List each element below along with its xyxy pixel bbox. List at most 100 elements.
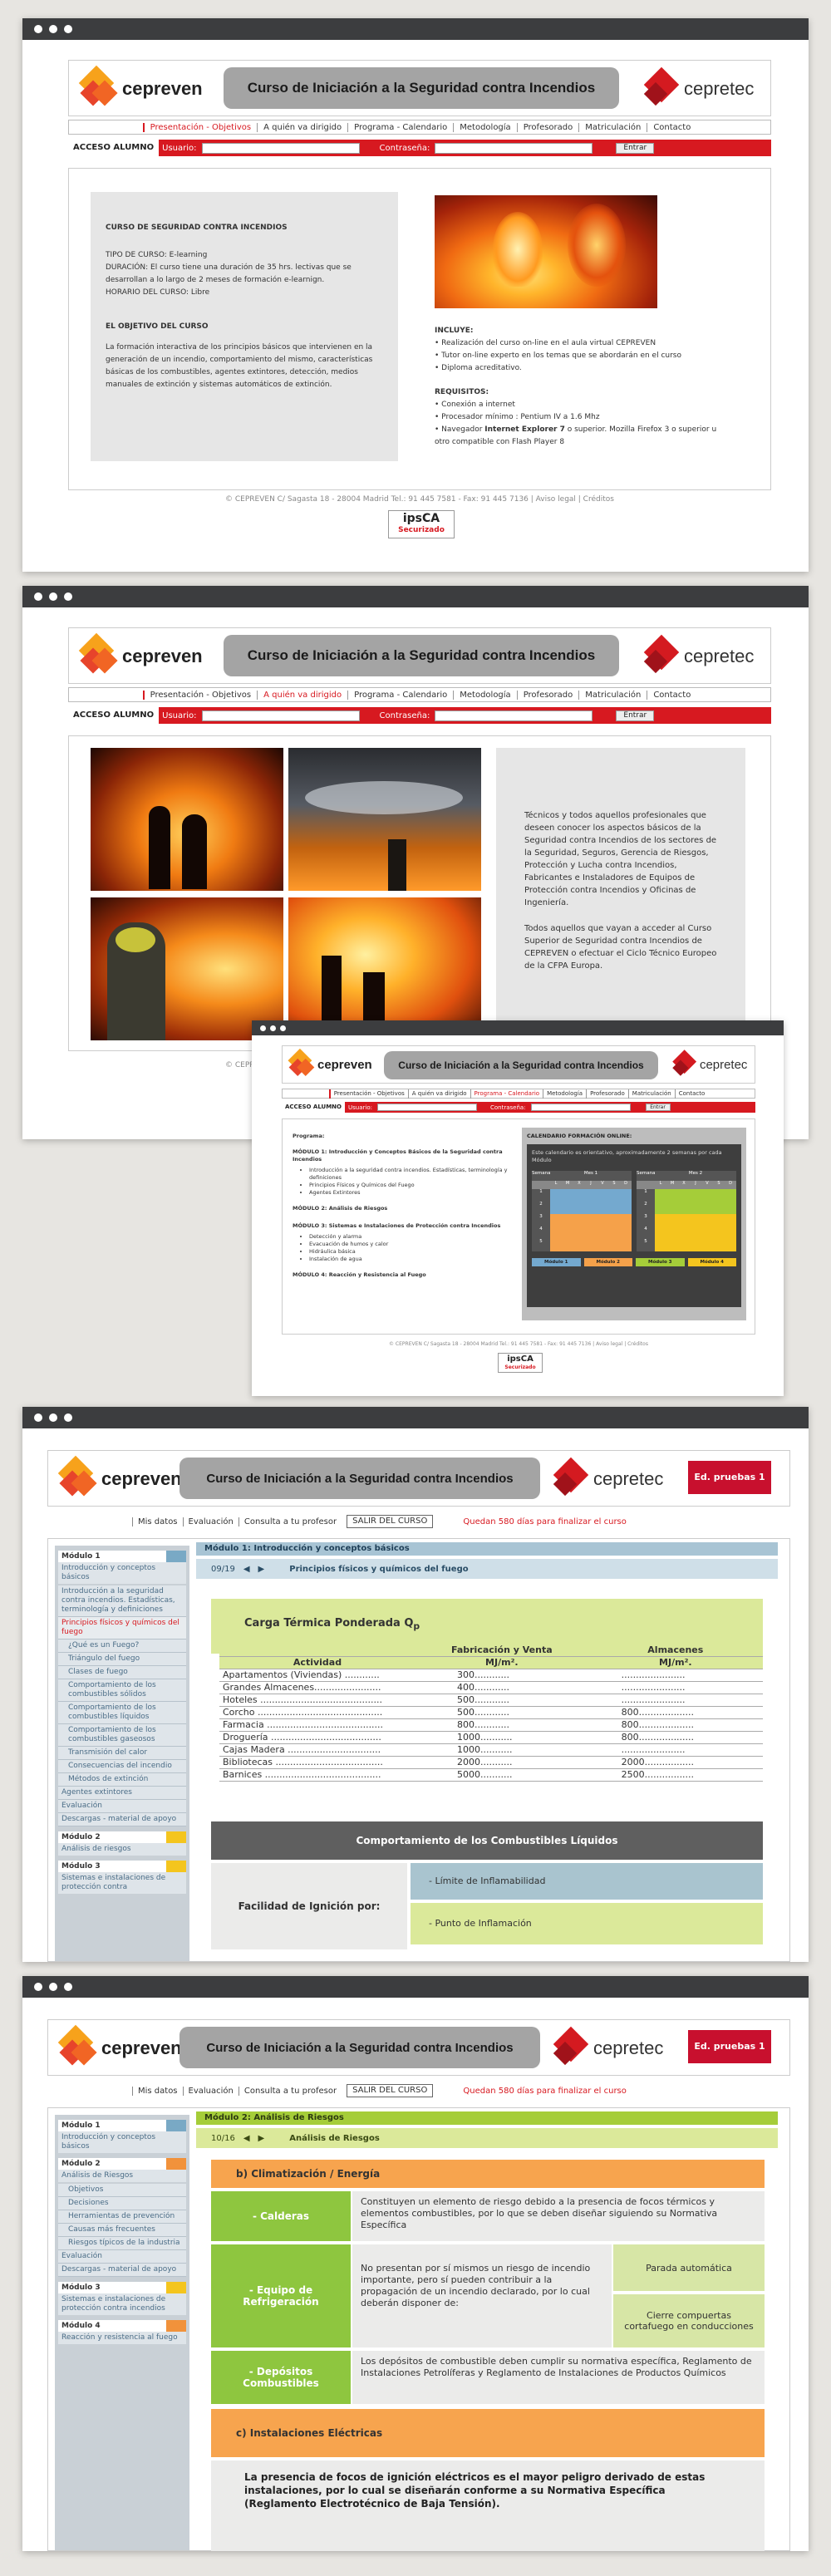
sidebar-item[interactable]: Evaluación (58, 1800, 186, 1813)
cepreven-logo[interactable]: cepreven (57, 1455, 184, 1502)
nav-programa[interactable]: Programa - Calendario (347, 122, 453, 132)
password-input[interactable] (530, 1104, 631, 1111)
nav-a-quien[interactable]: A quién va dirigido (257, 690, 347, 700)
window-dot[interactable] (64, 25, 72, 33)
ssl-seal[interactable]: ipsCA Securizado (498, 1353, 543, 1373)
cepretec-logo[interactable]: cepretec (642, 66, 767, 112)
sidebar-subitem[interactable]: Decisiones (58, 2197, 186, 2210)
window-dot[interactable] (49, 1413, 57, 1422)
window-dot[interactable] (64, 592, 72, 601)
nav-evaluacion[interactable]: Evaluación (182, 1517, 238, 1526)
sidebar-module-3[interactable]: Módulo 3 Sistemas e instalaciones de pro… (58, 2282, 186, 2315)
nav-programa[interactable]: Programa - Calendario (347, 690, 453, 700)
sidebar-item[interactable]: Descargas - material de apoyo (58, 2264, 186, 2277)
exit-course-button[interactable]: SALIR DEL CURSO (347, 2084, 434, 2097)
sidebar-subitem[interactable]: Riesgos típicos de la industria (58, 2237, 186, 2250)
window-dot[interactable] (64, 1983, 72, 1991)
next-page-icon[interactable]: ▶ (258, 1565, 265, 1574)
nav-consulta[interactable]: Consulta a tu profesor (238, 2086, 342, 2096)
sidebar-module-2[interactable]: Módulo 2 Análisis de riesgos (58, 1831, 186, 1856)
nav-matriculacion[interactable]: Matriculación (578, 690, 647, 700)
cepretec-logo[interactable]: cepretec (552, 2025, 676, 2072)
sidebar-subitem[interactable]: Herramientas de prevención (58, 2210, 186, 2224)
sidebar-module-4[interactable]: Módulo 4 Reacción y resistencia al fuego (58, 2320, 186, 2344)
sidebar-module-1[interactable]: Módulo 1 Introducción y conceptos básico… (58, 2120, 186, 2153)
nav-profesorado[interactable]: Profesorado (586, 1089, 628, 1099)
enter-button[interactable]: Entrar (616, 710, 655, 721)
window-dot[interactable] (280, 1025, 286, 1031)
cepreven-logo[interactable]: cepreven (78, 65, 205, 112)
sidebar-subitem[interactable]: Comportamiento de los combustibles sólid… (58, 1679, 186, 1702)
nav-programa[interactable]: Programa - Calendario (470, 1089, 543, 1099)
sidebar-item[interactable]: Introducción a la seguridad contra incen… (58, 1585, 186, 1617)
window-dot[interactable] (34, 1413, 42, 1422)
nav-contacto[interactable]: Contacto (674, 1089, 709, 1099)
nav-consulta[interactable]: Consulta a tu profesor (238, 1517, 342, 1526)
user-input[interactable] (376, 1104, 477, 1111)
edition-badge: Ed. pruebas 1 (688, 2030, 771, 2063)
nav-mis-datos[interactable]: Mis datos (132, 1517, 183, 1526)
window-dot[interactable] (49, 25, 57, 33)
sidebar-item[interactable]: Agentes extintores (58, 1787, 186, 1800)
cepretec-logo[interactable]: cepretec (552, 1456, 676, 1502)
password-input[interactable] (435, 142, 593, 154)
nav-matriculacion[interactable]: Matriculación (627, 1089, 675, 1099)
user-label: Usuario: (162, 143, 197, 153)
cepretec-logo[interactable]: cepretec (671, 1049, 756, 1080)
prev-page-icon[interactable]: ◀ (243, 1565, 250, 1574)
sidebar-subitem[interactable]: Comportamiento de los combustibles gaseo… (58, 1724, 186, 1747)
sidebar-subitem[interactable]: Objetivos (58, 2184, 186, 2197)
nav-evaluacion[interactable]: Evaluación (182, 2086, 238, 2096)
window-dot[interactable] (260, 1025, 266, 1031)
sidebar-subitem[interactable]: Clases de fuego (58, 1666, 186, 1679)
enter-button[interactable]: Entrar (645, 1104, 671, 1111)
nav-metodologia[interactable]: Metodología (453, 690, 516, 700)
nav-contacto[interactable]: Contacto (647, 122, 696, 132)
sidebar-subitem[interactable]: Causas más frecuentes (58, 2224, 186, 2237)
window-dot[interactable] (270, 1025, 276, 1031)
window-dot[interactable] (64, 1413, 72, 1422)
nav-profesorado[interactable]: Profesorado (516, 122, 579, 132)
nav-matriculacion[interactable]: Matriculación (578, 122, 647, 132)
cepreven-logo[interactable]: cepreven (78, 632, 205, 680)
window-dot[interactable] (49, 592, 57, 601)
window-dot[interactable] (34, 592, 42, 601)
nav-presentacion[interactable]: Presentación - Objetivos (142, 690, 257, 700)
sidebar-item[interactable]: Evaluación (58, 2250, 186, 2264)
course-title: Curso de Iniciación a la Seguridad contr… (224, 67, 619, 109)
sidebar-module-2[interactable]: Módulo 2 Análisis de Riesgos (58, 2158, 186, 2182)
nav-presentacion[interactable]: Presentación - Objetivos (142, 122, 257, 132)
cepreven-logo[interactable]: cepreven (57, 2024, 184, 2072)
nav-metodologia[interactable]: Metodología (453, 122, 516, 132)
next-page-icon[interactable]: ▶ (258, 2134, 265, 2143)
password-input[interactable] (435, 710, 593, 721)
nav-metodologia[interactable]: Metodología (543, 1089, 586, 1099)
nav-mis-datos[interactable]: Mis datos (132, 2086, 183, 2096)
sidebar-subitem[interactable]: Triángulo del fuego (58, 1653, 186, 1666)
sidebar-module-3[interactable]: Módulo 3 Sistemas e instalaciones de pro… (58, 1861, 186, 1894)
nav-contacto[interactable]: Contacto (647, 690, 696, 700)
user-input[interactable] (201, 142, 360, 154)
cepreven-logo[interactable]: cepreven (288, 1048, 374, 1080)
sidebar-item[interactable]: Descargas - material de apoyo (58, 1813, 186, 1826)
prev-page-icon[interactable]: ◀ (243, 2134, 250, 2143)
sidebar-subitem[interactable]: Transmisión del calor (58, 1747, 186, 1760)
cepretec-logo[interactable]: cepretec (642, 633, 767, 680)
sidebar-subitem[interactable]: Consecuencias del incendio (58, 1760, 186, 1773)
nav-profesorado[interactable]: Profesorado (516, 690, 579, 700)
user-input[interactable] (201, 710, 360, 721)
sidebar-subitem[interactable]: Comportamiento de los combustibles líqui… (58, 1702, 186, 1724)
window-dot[interactable] (34, 1983, 42, 1991)
nav-a-quien[interactable]: A quién va dirigido (407, 1089, 470, 1099)
nav-presentacion[interactable]: Presentación - Objetivos (328, 1089, 408, 1099)
sidebar-subitem[interactable]: ¿Qué es un Fuego? (58, 1639, 186, 1653)
ssl-seal[interactable]: ipsCA Securizado (388, 510, 455, 538)
nav-a-quien[interactable]: A quién va dirigido (257, 122, 347, 132)
sidebar-item-active[interactable]: Principios físicos y químicos del fuego (58, 1617, 186, 1639)
sidebar-subitem[interactable]: Métodos de extinción (58, 1773, 186, 1787)
enter-button[interactable]: Entrar (616, 142, 655, 154)
window-dot[interactable] (34, 25, 42, 33)
sidebar-module-1[interactable]: Módulo 1 Introducción y conceptos básico… (58, 1551, 186, 1584)
exit-course-button[interactable]: SALIR DEL CURSO (347, 1515, 434, 1528)
window-dot[interactable] (49, 1983, 57, 1991)
